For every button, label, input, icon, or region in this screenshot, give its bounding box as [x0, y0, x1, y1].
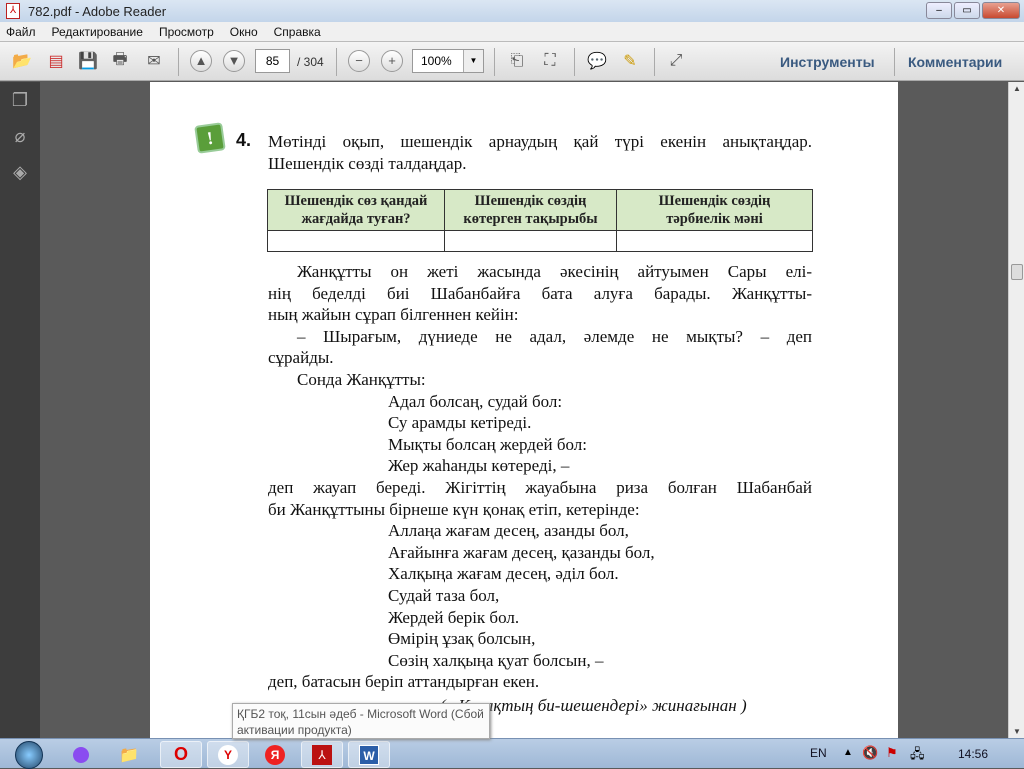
save-icon[interactable]: 💾: [76, 50, 100, 72]
text-line: Ағайынға жағам десең, қазанды бол,: [388, 542, 655, 562]
taskbar-tooltip: ҚГБ2 тоқ, 11сын әдеб - Microsoft Word (С…: [232, 703, 490, 739]
text-line: ның жайын сұрап білгеннен кейін:: [268, 305, 519, 325]
title-bar: ⅄ 782.pdf - Adobe Reader ‒ ▭ ✕: [0, 0, 1024, 22]
chevron-down-icon[interactable]: ▼: [463, 50, 483, 72]
text-line: деп жауап береді. Жігіттің жауабына риза…: [268, 478, 812, 497]
text-line: Сөзің халқыңа қуат болсын, –: [388, 650, 604, 670]
toolbar: 📂 ▤ 💾 🖶 ✉ ▲ ▼ 85 / 304 − + 100% ▼ ⎗ ⛶ 💬 ✎…: [0, 41, 1024, 81]
word-taskbar-icon[interactable]: W: [348, 741, 390, 768]
yandex-browser-icon[interactable]: Y: [207, 741, 249, 768]
language-indicator[interactable]: EN: [810, 746, 827, 760]
text-line: нің беделді биі Шабанбайға бата алуға ба…: [268, 283, 812, 303]
menu-view[interactable]: Просмотр: [159, 25, 214, 39]
menu-help[interactable]: Справка: [274, 25, 321, 39]
zoom-out-button[interactable]: −: [347, 50, 371, 72]
clock[interactable]: 14:56: [958, 747, 988, 761]
text-line: Су арамды кетіреді.: [388, 413, 532, 433]
network-icon[interactable]: 🖧: [910, 745, 925, 767]
fit-page-icon[interactable]: ⎗: [505, 50, 529, 72]
print-icon[interactable]: 🖶: [108, 50, 132, 72]
exclamation-badge-icon: !: [194, 122, 226, 154]
text-line: Аллаңа жағам десең, азанды бол,: [388, 521, 629, 541]
task-text-line: Мөтінді оқып, шешендік арнаудың қай түрі…: [268, 132, 812, 151]
adobe-pdf-icon: ⅄: [6, 3, 20, 19]
zoom-in-button[interactable]: +: [380, 50, 404, 72]
minimize-button[interactable]: ‒: [926, 2, 952, 19]
opera-icon[interactable]: O: [160, 741, 202, 768]
text-line: сұрайды.: [268, 348, 334, 368]
table-header: Шешендік сөздің көтерген тақырыбы: [444, 189, 617, 231]
show-hidden-icons[interactable]: ▲: [843, 747, 853, 758]
menu-edit[interactable]: Редактирование: [52, 25, 143, 39]
scroll-thumb[interactable]: [1011, 264, 1023, 280]
pdf-page: ! 4. Мөтінді оқып, шешендік арнаудың қай…: [150, 82, 898, 738]
table-header: Шешендік сөздің тәрбиелік мәні: [616, 189, 813, 231]
menu-bar: Файл Редактирование Просмотр Окно Справк…: [0, 22, 1024, 41]
text-line: Адал болсаң, судай бол:: [388, 391, 563, 411]
comments-button[interactable]: Комментарии: [908, 54, 1002, 70]
text-line: Сонда Жанқұтты:: [297, 370, 426, 389]
task-number: 4.: [236, 130, 252, 150]
volume-muted-icon[interactable]: 🔇: [862, 745, 878, 761]
text-line: Мықты болсаң жердей бол:: [388, 434, 587, 454]
open-icon[interactable]: 📂: [10, 50, 34, 72]
adobe-reader-taskbar-icon[interactable]: ⅄: [301, 741, 343, 768]
text-line: Өмірің ұзақ болсын,: [388, 629, 536, 649]
email-icon[interactable]: ✉: [142, 50, 166, 72]
yandex-icon[interactable]: Я: [254, 741, 296, 768]
analysis-table: Шешендік сөз қандай жағдайда туған? Шешен…: [267, 189, 813, 252]
tools-button[interactable]: Инструменты: [780, 54, 875, 70]
comment-icon[interactable]: 💬: [585, 50, 609, 72]
explorer-icon[interactable]: 📁: [108, 741, 150, 768]
window-title: 782.pdf - Adobe Reader: [28, 3, 167, 19]
task-text-line: Шешендік сөзді талдаңдар.: [268, 154, 467, 173]
table-row: [267, 230, 813, 252]
text-line: Судай таза бол,: [388, 586, 500, 605]
action-center-icon[interactable]: ⚑: [886, 745, 898, 761]
vertical-scrollbar[interactable]: ▲ ▼: [1008, 82, 1024, 738]
fit-width-icon[interactable]: ⛶: [538, 50, 562, 72]
table-header: Шешендік сөз қандай жағдайда туған?: [267, 189, 445, 231]
text-line: Халқыңа жағам десең, әділ бол.: [388, 564, 619, 584]
alice-icon[interactable]: [60, 741, 102, 768]
menu-file[interactable]: Файл: [6, 25, 36, 39]
pages-icon[interactable]: ❐: [9, 90, 31, 112]
taskbar: 📁 O Y Я ⅄ W EN ▲ 🔇 ⚑ 🖧 14:56: [0, 738, 1024, 769]
start-button[interactable]: [4, 740, 54, 769]
close-button[interactable]: ✕: [982, 2, 1020, 19]
expand-icon[interactable]: ⤢: [664, 50, 688, 72]
zoom-value: 100%: [421, 54, 452, 68]
page-number-input[interactable]: 85: [255, 49, 290, 73]
next-page-button[interactable]: ▼: [222, 50, 246, 72]
layers-icon[interactable]: ◈: [9, 162, 31, 184]
text-line: Жердей берік бол.: [388, 607, 520, 627]
maximize-button[interactable]: ▭: [954, 2, 980, 19]
text-line: Жер жаһанды көтереді, –: [388, 456, 570, 476]
navigation-pane: ❐ ⌀ ◈: [0, 82, 40, 738]
text-line: Жанқұтты он жеті жасында әкесінің айтуым…: [297, 262, 812, 281]
previous-page-button[interactable]: ▲: [189, 50, 213, 72]
attachments-icon[interactable]: ⌀: [9, 126, 31, 148]
text-line: – Шырағым, дүниеде не адал, әлемде не мы…: [297, 326, 812, 346]
scroll-up-icon[interactable]: ▲: [1009, 84, 1024, 93]
highlight-icon[interactable]: ✎: [618, 50, 642, 72]
zoom-select[interactable]: 100% ▼: [412, 49, 484, 73]
text-line: деп, батасын беріп аттандырған екен.: [268, 672, 540, 692]
text-line: би Жанқұттыны бірнеше күн қонақ етіп, ке…: [268, 499, 640, 519]
menu-window[interactable]: Окно: [230, 25, 258, 39]
page-total: / 304: [297, 55, 324, 69]
create-pdf-icon[interactable]: ▤: [44, 50, 68, 72]
scroll-down-icon[interactable]: ▼: [1009, 727, 1024, 736]
